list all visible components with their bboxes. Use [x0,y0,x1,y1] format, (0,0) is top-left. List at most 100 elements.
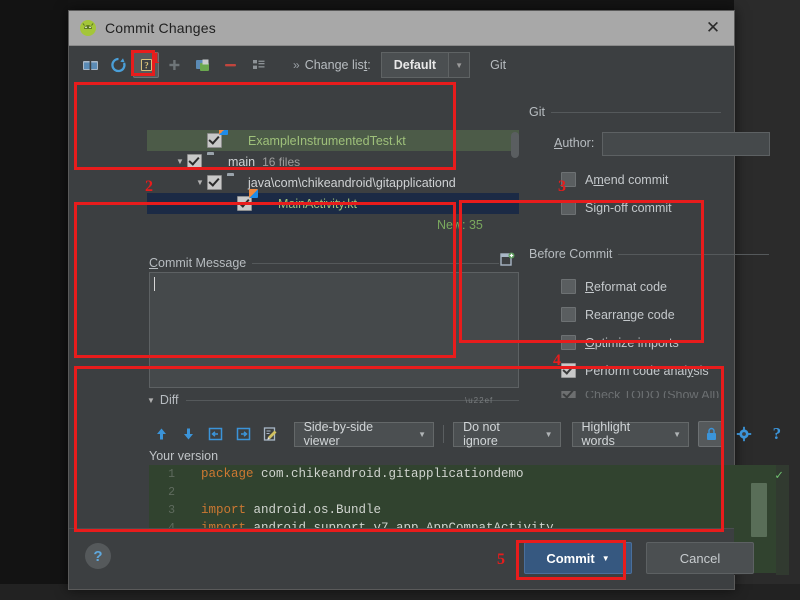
checkbox-label: Sign-off commit [585,200,672,215]
diff-toolbar: Side-by-side viewer ▼ Do not ignore ▼ Hi… [149,420,789,448]
group-by-icon[interactable] [245,52,271,78]
file-label: main [228,154,256,169]
whitespace-dropdown[interactable]: Do not ignore ▼ [453,420,561,448]
file-checkbox[interactable] [237,196,252,211]
expand-triangle[interactable]: ▼ [173,157,187,166]
whitespace-value: Do not ignore [463,420,500,448]
new-files-status: New: 35 [437,218,483,232]
text-caret [154,277,155,291]
git-group-legend: Git [529,105,551,119]
sign-off-commit-checkbox[interactable]: Sign-off commit [561,200,672,215]
add-icon[interactable] [161,52,187,78]
checkbox-label: Check TODO (Show All) [585,391,720,398]
table-row[interactable]: MainActivity.kt [147,193,519,214]
annotation-number-1: 1 [152,50,160,67]
before-commit-legend: Before Commit [529,247,619,261]
checkmark-icon: ✓ [775,468,783,483]
chevron-down-icon[interactable]: ▼ [147,396,155,405]
close-icon[interactable]: ✕ [692,11,734,45]
gear-icon[interactable] [731,422,755,446]
checkbox-box [561,335,576,350]
annotation-number-5: 5 [497,551,505,568]
tree-scrollbar[interactable] [511,132,519,158]
file-count: 16 files [262,154,301,169]
accept-right-icon[interactable] [231,422,255,446]
checkbox-box [561,363,576,378]
file-label: java\com\chikeandroid\gitapplicationd [248,175,456,190]
chevron-down-icon: ▼ [601,553,610,563]
splitter-grip[interactable]: \u22ef [465,396,493,405]
help-button[interactable]: ? [85,543,111,569]
chevron-down-icon: ▼ [448,53,470,77]
git-group-legend-top: Git [490,58,507,72]
code-keyword: import [201,503,247,517]
rearrange-code-checkbox[interactable]: Rearrange code [561,307,719,322]
changelist-dropdown[interactable]: Default ▼ [380,52,471,78]
line-number: 1 [168,467,175,481]
commit-button[interactable]: Commit ▼ [524,542,632,574]
kotlin-file-icon [227,134,243,148]
cancel-button[interactable]: Cancel [646,542,754,574]
file-label: MainActivity.kt [278,196,357,211]
accept-left-icon[interactable] [204,422,228,446]
checkbox-label: Reformat code [585,279,667,294]
code-line: 1 package com.chikeandroid.gitapplicatio… [149,465,789,483]
lock-icon[interactable] [698,421,725,447]
changed-files-tree[interactable]: ExampleInstrumentedTest.kt ▼ main 16 fil… [147,130,519,214]
toolbar-separator [443,425,445,443]
diff-section-header[interactable]: ▼ Diff \u22ef [147,393,519,407]
move-to-changelist-icon[interactable] [189,52,215,78]
commit-message-input[interactable] [149,272,519,388]
checkbox-box [561,200,576,215]
perform-code-analysis-checkbox[interactable]: Perform code analysis [561,363,719,378]
folder-icon [207,155,223,169]
dialog-title: Commit Changes [105,20,216,36]
changelist-value: Default [393,58,437,72]
dialog-titlebar: Commit Changes ✕ [69,11,734,46]
expand-triangle[interactable]: ▼ [193,178,207,187]
previous-difference-icon[interactable] [149,422,173,446]
question-icon[interactable]: ? [765,422,789,446]
code-scrollbar-thumb[interactable] [751,483,767,537]
desktop-left-strip [0,0,68,600]
next-difference-icon[interactable] [176,422,200,446]
changelist-label: Change list: [304,58,371,72]
file-checkbox[interactable] [187,154,202,169]
diff-legend: Diff [159,393,179,407]
dialog-footer: ? Commit ▼ Cancel [69,528,754,589]
delete-icon[interactable] [217,52,243,78]
code-text: android.os.Bundle [246,503,382,517]
author-field[interactable] [602,132,770,156]
code-text: com.chikeandroid.gitapplicationdemo [253,467,524,481]
table-row[interactable]: ExampleInstrumentedTest.kt [147,130,519,151]
checkbox-label: Perform code analysis [585,363,709,378]
commit-changes-dialog: Commit Changes ✕ ? » Change list: Defaul… [68,10,789,590]
expand-toolbar-icon[interactable]: » [293,58,300,72]
edit-source-icon[interactable] [258,422,282,446]
commit-message-legend: Commit Message [149,256,253,270]
refresh-icon[interactable] [105,52,131,78]
reformat-code-checkbox[interactable]: Reformat code [561,279,719,294]
checkbox-label: Amend commit [585,172,669,187]
code-line: 3 import android.os.Bundle [149,501,789,519]
commit-button-label: Commit [546,550,595,566]
check-todo-checkbox[interactable]: Check TODO (Show All) [561,391,719,398]
amend-commit-checkbox[interactable]: Amend commit [561,172,672,187]
file-checkbox[interactable] [207,133,222,148]
group-divider [529,112,721,113]
annotation-number-2: 2 [145,178,153,195]
chevron-down-icon: ▼ [673,429,682,439]
code-line: 2 [149,483,789,501]
annotation-number-4: 4 [553,352,561,369]
checkbox-box [561,279,576,294]
table-row[interactable]: ▼ main 16 files [147,151,519,172]
optimize-imports-checkbox[interactable]: Optimize imports [561,335,719,350]
show-diff-icon[interactable] [77,52,103,78]
table-row[interactable]: ▼ java\com\chikeandroid\gitapplicationd [147,172,519,193]
chevron-down-icon: ▼ [544,429,553,439]
file-checkbox[interactable] [207,175,222,190]
commit-message-history-icon[interactable] [499,252,515,267]
checkbox-label: Rearrange code [585,307,675,322]
highlight-dropdown[interactable]: Highlight words ▼ [571,420,690,448]
viewer-mode-dropdown[interactable]: Side-by-side viewer ▼ [293,420,435,448]
